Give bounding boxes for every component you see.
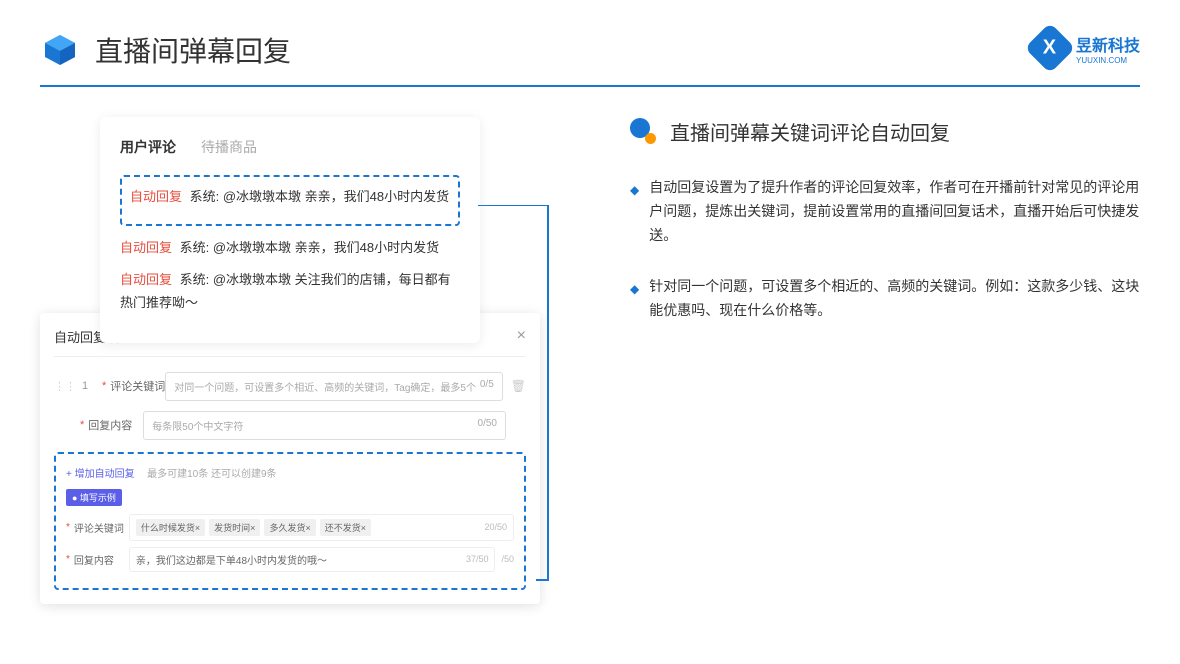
comment-text: 系统: @冰墩墩本墩 亲亲，我们48小时内发货 (190, 189, 450, 204)
tab-user-comments[interactable]: 用户评论 (120, 137, 176, 157)
example-badge: ● 填写示例 (66, 489, 122, 506)
bullet-item: ◆ 针对同一个问题，可设置多个相近的、高频的关键词。例如：这款多少钱、这块能优惠… (630, 275, 1140, 323)
logo-name: 昱新科技 (1076, 38, 1140, 55)
page-title: 直播间弹幕回复 (95, 30, 291, 70)
tag-chip[interactable]: 什么时候发货× (136, 519, 205, 536)
tag-chip[interactable]: 发货时间× (209, 519, 260, 536)
logo-subtitle: YUUXIN.COM (1076, 56, 1140, 65)
keyword-input[interactable]: 对同一个问题，可设置多个相近、高频的关键词，Tag确定，最多5个 0/5 (165, 372, 502, 401)
bubble-icon (630, 118, 658, 146)
cube-icon (40, 30, 80, 70)
close-icon[interactable]: × (517, 327, 526, 346)
comment-highlighted: 自动回复 系统: @冰墩墩本墩 亲亲，我们48小时内发货 (120, 175, 460, 226)
ex-content-input[interactable]: 亲，我们这边都是下单48小时内发货的哦～ 37/50 (129, 547, 496, 572)
add-hint: 最多可建10条 还可以创建9条 (147, 469, 276, 480)
diamond-icon: ◆ (630, 279, 639, 323)
ex-keyword-input[interactable]: 什么时候发货× 发货时间× 多久发货× 还不发货× 20/50 (129, 514, 514, 541)
required-icon: * (102, 380, 106, 392)
comments-panel: 用户评论 待播商品 自动回复 系统: @冰墩墩本墩 亲亲，我们48小时内发货 自… (100, 117, 480, 343)
diamond-icon: ◆ (630, 180, 639, 247)
comment-text: 系统: @冰墩墩本墩 亲亲，我们48小时内发货 (180, 240, 440, 255)
logo-icon: X (1025, 23, 1076, 74)
settings-panel: 自动回复设置 × ⋮⋮ 1 * 评论关键词 对同一个问题，可设置多个相近、高频的… (40, 313, 540, 604)
required-icon: * (66, 522, 70, 533)
example-box: + 增加自动回复 最多可建10条 还可以创建9条 ● 填写示例 * 评论关键词 … (54, 452, 526, 590)
comment-item: 自动回复 系统: @冰墩墩本墩 亲亲，我们48小时内发货 (120, 236, 460, 259)
tag-chip[interactable]: 多久发货× (264, 519, 315, 536)
brand-logo: X 昱新科技 YUUXIN.COM (1032, 30, 1140, 66)
tag-count: 20/50 (484, 522, 507, 532)
outer-count: /50 (501, 554, 514, 564)
content-count: 37/50 (466, 554, 489, 564)
drag-icon[interactable]: ⋮⋮ (54, 380, 76, 393)
tab-pending-goods[interactable]: 待播商品 (201, 137, 257, 157)
row-number: 1 (82, 380, 102, 392)
content-input[interactable]: 每条限50个中文字符 0/50 (143, 411, 506, 440)
add-reply-link[interactable]: + 增加自动回复 (66, 465, 135, 480)
divider (40, 85, 1140, 87)
ex-content-label: 回复内容 (74, 552, 129, 567)
auto-reply-label: 自动回复 (120, 272, 172, 287)
tag-chip[interactable]: 还不发货× (320, 519, 371, 536)
comment-item: 自动回复 系统: @冰墩墩本墩 关注我们的店铺，每日都有热门推荐呦～ (120, 268, 460, 315)
required-icon: * (66, 554, 70, 565)
auto-reply-label: 自动回复 (130, 189, 182, 204)
ex-keyword-label: 评论关键词 (74, 520, 129, 535)
trash-icon[interactable]: 🗑 (511, 379, 526, 393)
content-label: 回复内容 (88, 417, 143, 433)
keyword-label: 评论关键词 (110, 378, 165, 394)
bullet-item: ◆ 自动回复设置为了提升作者的评论回复效率，作者可在开播前针对常见的评论用户问题… (630, 176, 1140, 247)
auto-reply-label: 自动回复 (120, 240, 172, 255)
section-title: 直播间弹幕关键词评论自动回复 (670, 117, 950, 146)
required-icon: * (80, 419, 84, 431)
